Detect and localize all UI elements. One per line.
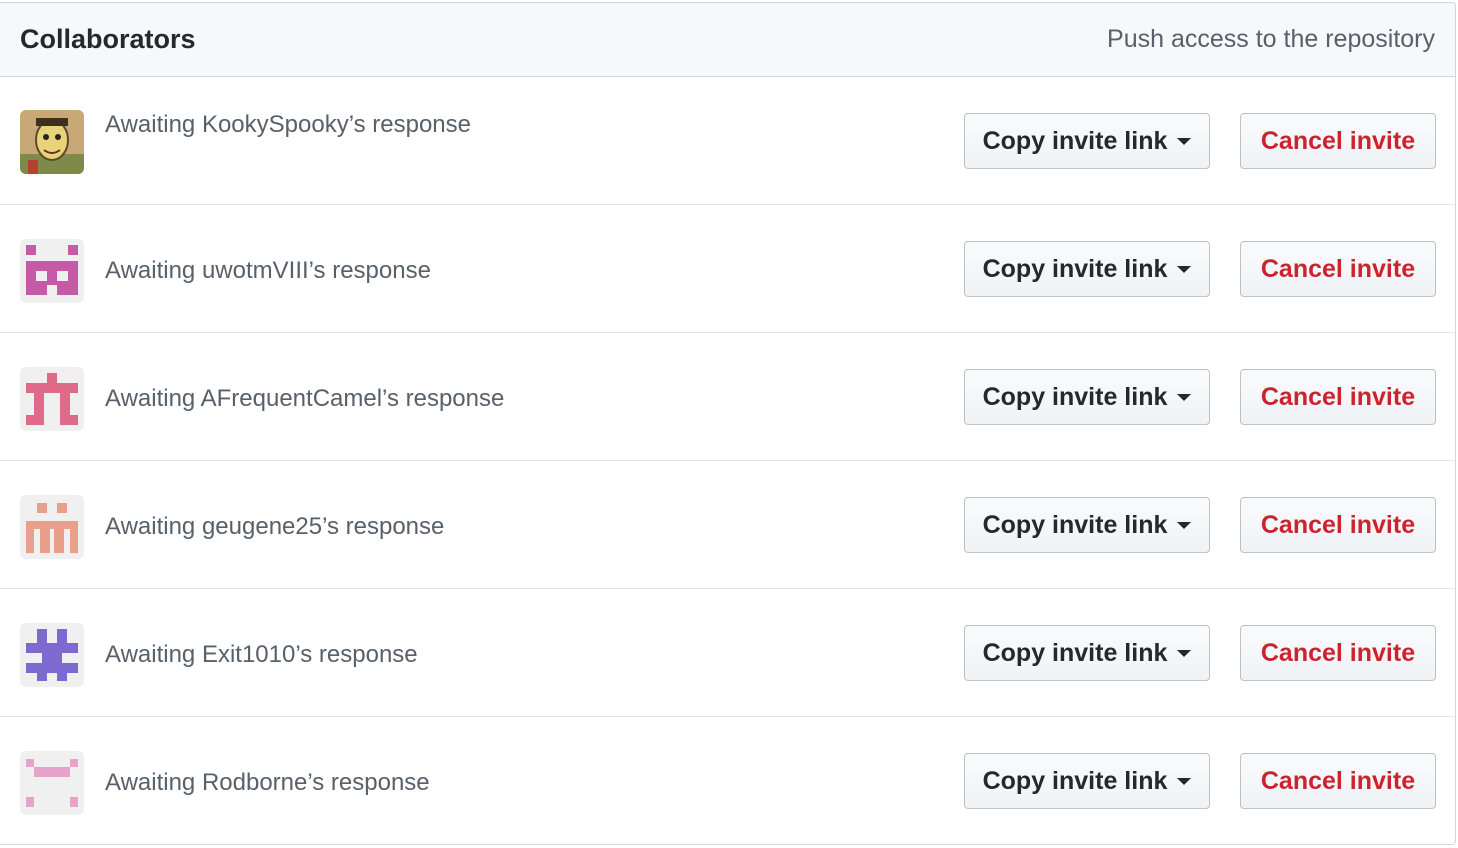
- caret-down-icon: [1177, 649, 1192, 657]
- copy-invite-link-button[interactable]: Copy invite link: [964, 625, 1210, 681]
- invite-row: Awaiting uwotmVIII’s response Copy invit…: [0, 205, 1455, 333]
- copy-invite-link-button[interactable]: Copy invite link: [964, 369, 1210, 425]
- avatar[interactable]: [20, 239, 84, 303]
- invite-status-text: Awaiting uwotmVIII’s response: [105, 257, 431, 284]
- copy-invite-link-label: Copy invite link: [982, 638, 1168, 667]
- invite-row: Awaiting AFrequentCamel’s response Copy …: [0, 333, 1455, 461]
- caret-down-icon: [1177, 265, 1192, 273]
- cancel-invite-button[interactable]: Cancel invite: [1240, 497, 1436, 553]
- cancel-invite-button[interactable]: Cancel invite: [1240, 369, 1436, 425]
- caret-down-icon: [1177, 137, 1192, 145]
- cancel-invite-button[interactable]: Cancel invite: [1240, 113, 1436, 169]
- invite-status-text: Awaiting AFrequentCamel’s response: [105, 385, 505, 412]
- invite-status-text: Awaiting Exit1010’s response: [105, 641, 418, 668]
- caret-down-icon: [1177, 521, 1192, 529]
- copy-invite-link-button[interactable]: Copy invite link: [964, 753, 1210, 809]
- identicon-icon: [20, 495, 84, 559]
- cancel-invite-button[interactable]: Cancel invite: [1240, 241, 1436, 297]
- avatar[interactable]: [20, 751, 84, 815]
- invite-status-text: Awaiting KookySpooky’s response: [105, 111, 471, 138]
- cancel-invite-button[interactable]: Cancel invite: [1240, 625, 1436, 681]
- avatar[interactable]: [20, 495, 84, 559]
- copy-invite-link-label: Copy invite link: [982, 382, 1168, 411]
- collaborators-box: Collaborators Push access to the reposit…: [0, 2, 1456, 845]
- caret-down-icon: [1177, 777, 1192, 785]
- copy-invite-link-label: Copy invite link: [982, 766, 1168, 795]
- copy-invite-link-label: Copy invite link: [982, 254, 1168, 283]
- avatar[interactable]: [20, 110, 84, 174]
- cancel-invite-button[interactable]: Cancel invite: [1240, 753, 1436, 809]
- copy-invite-link-button[interactable]: Copy invite link: [964, 113, 1210, 169]
- identicon-icon: [20, 239, 84, 303]
- push-access-note: Push access to the repository: [1107, 25, 1435, 53]
- caret-down-icon: [1177, 393, 1192, 401]
- avatar[interactable]: [20, 623, 84, 687]
- identicon-icon: [20, 751, 84, 815]
- collaborators-title: Collaborators: [20, 24, 196, 54]
- identicon-icon: [20, 623, 84, 687]
- invite-row: Awaiting Rodborne’s response Copy invite…: [0, 717, 1455, 844]
- avatar[interactable]: [20, 367, 84, 431]
- copy-invite-link-label: Copy invite link: [982, 126, 1168, 155]
- copy-invite-link-button[interactable]: Copy invite link: [964, 241, 1210, 297]
- invite-row: Awaiting KookySpooky’s response Copy inv…: [0, 77, 1455, 205]
- copy-invite-link-label: Copy invite link: [982, 510, 1168, 539]
- collaborators-header: Collaborators Push access to the reposit…: [0, 3, 1455, 77]
- cartoon-avatar-icon: [20, 110, 84, 174]
- copy-invite-link-button[interactable]: Copy invite link: [964, 497, 1210, 553]
- identicon-icon: [20, 367, 84, 431]
- invite-row: Awaiting geugene25’s response Copy invit…: [0, 461, 1455, 589]
- invite-row: Awaiting Exit1010’s response Copy invite…: [0, 589, 1455, 717]
- invite-status-text: Awaiting geugene25’s response: [105, 513, 445, 540]
- invite-status-text: Awaiting Rodborne’s response: [105, 769, 430, 796]
